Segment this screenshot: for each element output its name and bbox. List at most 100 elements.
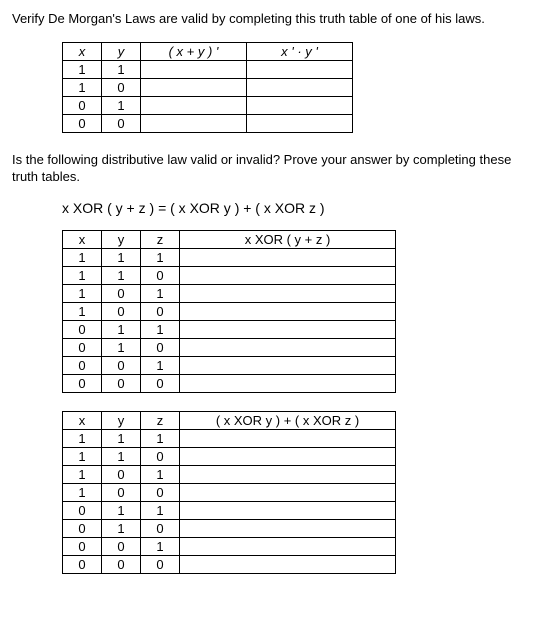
cell-y: 1 — [102, 501, 141, 519]
cell-blank[interactable] — [141, 60, 247, 78]
table-row: 0 0 0 — [63, 555, 396, 573]
table-row: 0 1 1 — [63, 501, 396, 519]
cell-y: 0 — [102, 555, 141, 573]
xor-table-rhs: x y z ( x XOR y ) + ( x XOR z ) 1 1 1 1 … — [62, 411, 396, 574]
col-x: x — [63, 42, 102, 60]
cell-y: 1 — [102, 429, 141, 447]
cell-x: 0 — [63, 96, 102, 114]
table-row: 0 0 0 — [63, 374, 396, 392]
cell-blank[interactable] — [141, 78, 247, 96]
cell-blank[interactable] — [180, 465, 396, 483]
cell-blank[interactable] — [180, 248, 396, 266]
table-row: 0 0 1 — [63, 537, 396, 555]
col-y: y — [102, 42, 141, 60]
q2-instruction: Is the following distributive law valid … — [12, 151, 539, 186]
cell-z: 0 — [141, 555, 180, 573]
cell-z: 0 — [141, 302, 180, 320]
cell-y: 0 — [102, 284, 141, 302]
cell-blank[interactable] — [180, 338, 396, 356]
cell-blank[interactable] — [180, 483, 396, 501]
cell-x: 0 — [63, 537, 102, 555]
cell-z: 0 — [141, 374, 180, 392]
cell-y: 0 — [102, 537, 141, 555]
cell-blank[interactable] — [180, 555, 396, 573]
cell-y: 0 — [102, 356, 141, 374]
cell-x: 1 — [63, 266, 102, 284]
cell-z: 0 — [141, 483, 180, 501]
col-x: x — [63, 230, 102, 248]
table-row: 1 1 0 — [63, 266, 396, 284]
cell-x: 1 — [63, 447, 102, 465]
col-xprime-and-yprime: x ' · y ' — [247, 42, 353, 60]
cell-blank[interactable] — [247, 96, 353, 114]
cell-x: 0 — [63, 501, 102, 519]
cell-blank[interactable] — [247, 60, 353, 78]
cell-z: 1 — [141, 356, 180, 374]
cell-x: 1 — [63, 302, 102, 320]
table-row: 1 0 — [63, 78, 353, 96]
cell-y: 1 — [102, 320, 141, 338]
cell-x: 0 — [63, 114, 102, 132]
cell-blank[interactable] — [180, 266, 396, 284]
cell-blank[interactable] — [180, 447, 396, 465]
col-result: ( x XOR y ) + ( x XOR z ) — [180, 411, 396, 429]
cell-x: 0 — [63, 338, 102, 356]
col-result: x XOR ( y + z ) — [180, 230, 396, 248]
cell-z: 1 — [141, 320, 180, 338]
cell-blank[interactable] — [180, 519, 396, 537]
cell-y: 1 — [102, 447, 141, 465]
col-x: x — [63, 411, 102, 429]
col-y: y — [102, 230, 141, 248]
table-header-row: x y z ( x XOR y ) + ( x XOR z ) — [63, 411, 396, 429]
cell-z: 1 — [141, 465, 180, 483]
cell-x: 1 — [63, 78, 102, 96]
cell-x: 0 — [63, 356, 102, 374]
cell-z: 1 — [141, 501, 180, 519]
cell-x: 0 — [63, 320, 102, 338]
table-row: 0 1 — [63, 96, 353, 114]
table-row: 0 0 — [63, 114, 353, 132]
cell-blank[interactable] — [141, 114, 247, 132]
cell-x: 0 — [63, 374, 102, 392]
cell-y: 0 — [102, 302, 141, 320]
cell-blank[interactable] — [180, 374, 396, 392]
cell-z: 0 — [141, 519, 180, 537]
cell-blank[interactable] — [247, 78, 353, 96]
table-row: 1 0 0 — [63, 302, 396, 320]
cell-y: 0 — [102, 78, 141, 96]
table-row: 1 1 0 — [63, 447, 396, 465]
cell-blank[interactable] — [180, 284, 396, 302]
cell-z: 0 — [141, 338, 180, 356]
table-row: 1 0 0 — [63, 483, 396, 501]
cell-y: 1 — [102, 338, 141, 356]
cell-y: 1 — [102, 519, 141, 537]
cell-x: 1 — [63, 248, 102, 266]
cell-blank[interactable] — [180, 537, 396, 555]
col-y: y — [102, 411, 141, 429]
col-xplusy-prime: ( x + y ) ' — [141, 42, 247, 60]
table-row: 0 0 1 — [63, 356, 396, 374]
cell-x: 0 — [63, 555, 102, 573]
cell-y: 0 — [102, 465, 141, 483]
cell-x: 1 — [63, 429, 102, 447]
cell-y: 1 — [102, 248, 141, 266]
q1-instruction: Verify De Morgan's Laws are valid by com… — [12, 10, 539, 28]
table-header-row: x y z x XOR ( y + z ) — [63, 230, 396, 248]
cell-y: 0 — [102, 483, 141, 501]
table-row: 1 0 1 — [63, 284, 396, 302]
cell-blank[interactable] — [180, 302, 396, 320]
cell-z: 1 — [141, 537, 180, 555]
cell-x: 1 — [63, 483, 102, 501]
demorgan-table: x y ( x + y ) ' x ' · y ' 1 1 1 0 0 1 0 … — [62, 42, 353, 133]
col-z: z — [141, 411, 180, 429]
table-row: 0 1 1 — [63, 320, 396, 338]
cell-blank[interactable] — [180, 356, 396, 374]
cell-blank[interactable] — [141, 96, 247, 114]
cell-blank[interactable] — [247, 114, 353, 132]
cell-blank[interactable] — [180, 320, 396, 338]
cell-x: 0 — [63, 519, 102, 537]
table-row: 0 1 0 — [63, 519, 396, 537]
cell-z: 1 — [141, 284, 180, 302]
cell-blank[interactable] — [180, 429, 396, 447]
cell-blank[interactable] — [180, 501, 396, 519]
